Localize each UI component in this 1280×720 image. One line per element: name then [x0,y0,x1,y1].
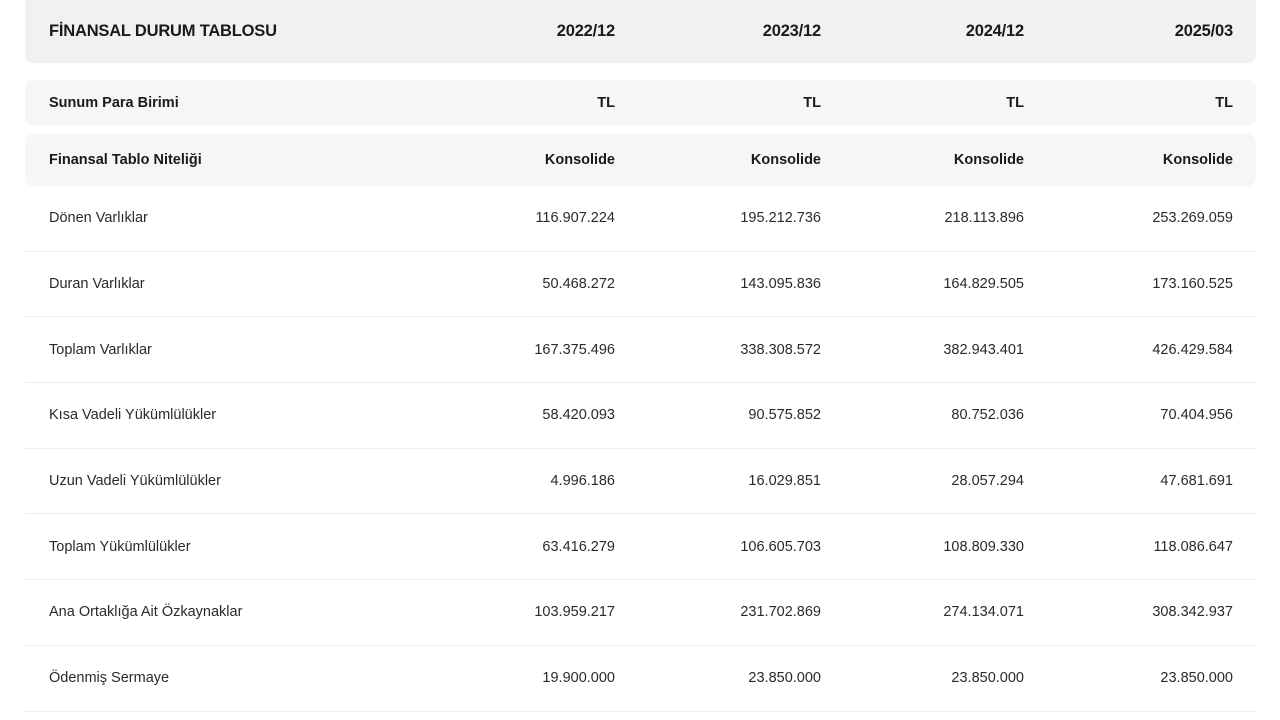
cell-value: 195.212.736 [740,210,821,227]
cell-value: TL [597,95,615,111]
cell-value: 19.900.000 [542,670,615,687]
row-label: Ödenmiş Sermaye [49,670,170,687]
cell-value: 80.752.036 [951,407,1024,424]
table-body: Dönen Varlıklar 116.907.224 195.212.736 218… [25,186,1256,712]
cell-value: 173.160.525 [1152,276,1233,293]
cell-value: 103.959.217 [534,604,615,621]
cell-value: 23.850.000 [951,670,1024,687]
cell-value: 28.057.294 [951,473,1024,490]
row-label: Ana Ortaklığa Ait Özkaynaklar [49,604,243,621]
cell-value: 274.134.071 [943,604,1024,621]
cell-value: 143.095.836 [740,276,821,293]
financial-statement-page: FİNANSAL DURUM TABLOSU 2022/12 2023/12 2… [0,0,1280,720]
period-header-2024-12[interactable]: 2024/12 [966,0,1024,63]
cell-value: 164.829.505 [943,276,1024,293]
cell-value: Konsolide [1162,152,1233,168]
cell-value: 50.468.272 [542,276,615,293]
period-header-2023-12[interactable]: 2023/12 [763,0,821,63]
row-label: Toplam Varlıklar [49,341,152,358]
cell-value: 231.702.869 [740,604,821,621]
cell-value: 70.404.956 [1160,407,1233,424]
cell-value: 16.029.851 [748,473,821,490]
cell-value: 218.113.896 [944,210,1024,227]
table-title: FİNANSAL DURUM TABLOSU [49,22,277,40]
cell-value: Konsolide [544,152,615,168]
period-header-2022-12[interactable]: 2022/12 [557,0,615,63]
cell-value: 58.420.093 [542,407,615,424]
cell-value: 426.429.584 [1152,341,1233,358]
cell-value: 23.850.000 [1160,670,1233,687]
period-header-2025-03[interactable]: 2025/03 [1175,0,1233,63]
table-row[interactable]: Ödenmiş Sermaye 19.900.000 23.850.000 23.85… [25,646,1256,712]
row-label: Finansal Tablo Niteliği [49,152,202,168]
cell-value: TL [803,95,821,111]
cell-value: TL [1006,95,1024,111]
cell-value: 90.575.852 [748,407,821,424]
cell-value: 47.681.691 [1160,473,1233,490]
financial-position-table: FİNANSAL DURUM TABLOSU 2022/12 2023/12 2… [25,0,1256,712]
row-label: Toplam Yükümlülükler [49,538,191,555]
cell-value: Konsolide [953,152,1024,168]
table-row[interactable]: Dönen Varlıklar 116.907.224 195.212.736 218… [25,186,1256,252]
currency-row: Sunum Para Birimi TL TL TL TL [25,80,1256,126]
row-label: Kısa Vadeli Yükümlülükler [49,407,217,424]
table-header-row: FİNANSAL DURUM TABLOSU 2022/12 2023/12 2… [25,0,1256,63]
cell-value: 382.943.401 [943,341,1024,358]
cell-value: Konsolide [750,152,821,168]
table-row[interactable]: Kısa Vadeli Yükümlülükler 58.420.093 90.57… [25,383,1256,449]
row-label: Sunum Para Birimi [49,95,179,111]
cell-value: TL [1215,95,1233,111]
cell-value: 338.308.572 [740,341,821,358]
cell-value: 253.269.059 [1152,210,1233,227]
row-label: Dönen Varlıklar [49,210,148,227]
cell-value: 4.996.186 [550,473,615,490]
row-label: Uzun Vadeli Yükümlülükler [49,473,221,490]
table-row[interactable]: Uzun Vadeli Yükümlülükler 4.996.186 16.029… [25,449,1256,515]
statement-nature-row: Finansal Tablo Niteliği Konsolide Konsol… [25,134,1256,186]
cell-value: 116.907.224 [535,210,615,227]
cell-value: 308.342.937 [1152,604,1233,621]
table-row[interactable]: Ana Ortaklığa Ait Özkaynaklar 103.959.217… [25,580,1256,646]
cell-value: 63.416.279 [542,538,615,555]
cell-value: 167.375.496 [534,341,615,358]
row-label: Duran Varlıklar [49,276,145,293]
table-row[interactable]: Duran Varlıklar 50.468.272 143.095.836 164.… [25,252,1256,318]
cell-value: 23.850.000 [748,670,821,687]
cell-value: 106.605.703 [740,538,821,555]
cell-value: 108.809.330 [943,538,1024,555]
cell-value: 118.086.647 [1153,538,1233,555]
table-row[interactable]: Toplam Varlıklar 167.375.496 338.308.572 38… [25,317,1256,384]
table-row[interactable]: Toplam Yükümlülükler 63.416.279 106.605.70… [25,514,1256,581]
